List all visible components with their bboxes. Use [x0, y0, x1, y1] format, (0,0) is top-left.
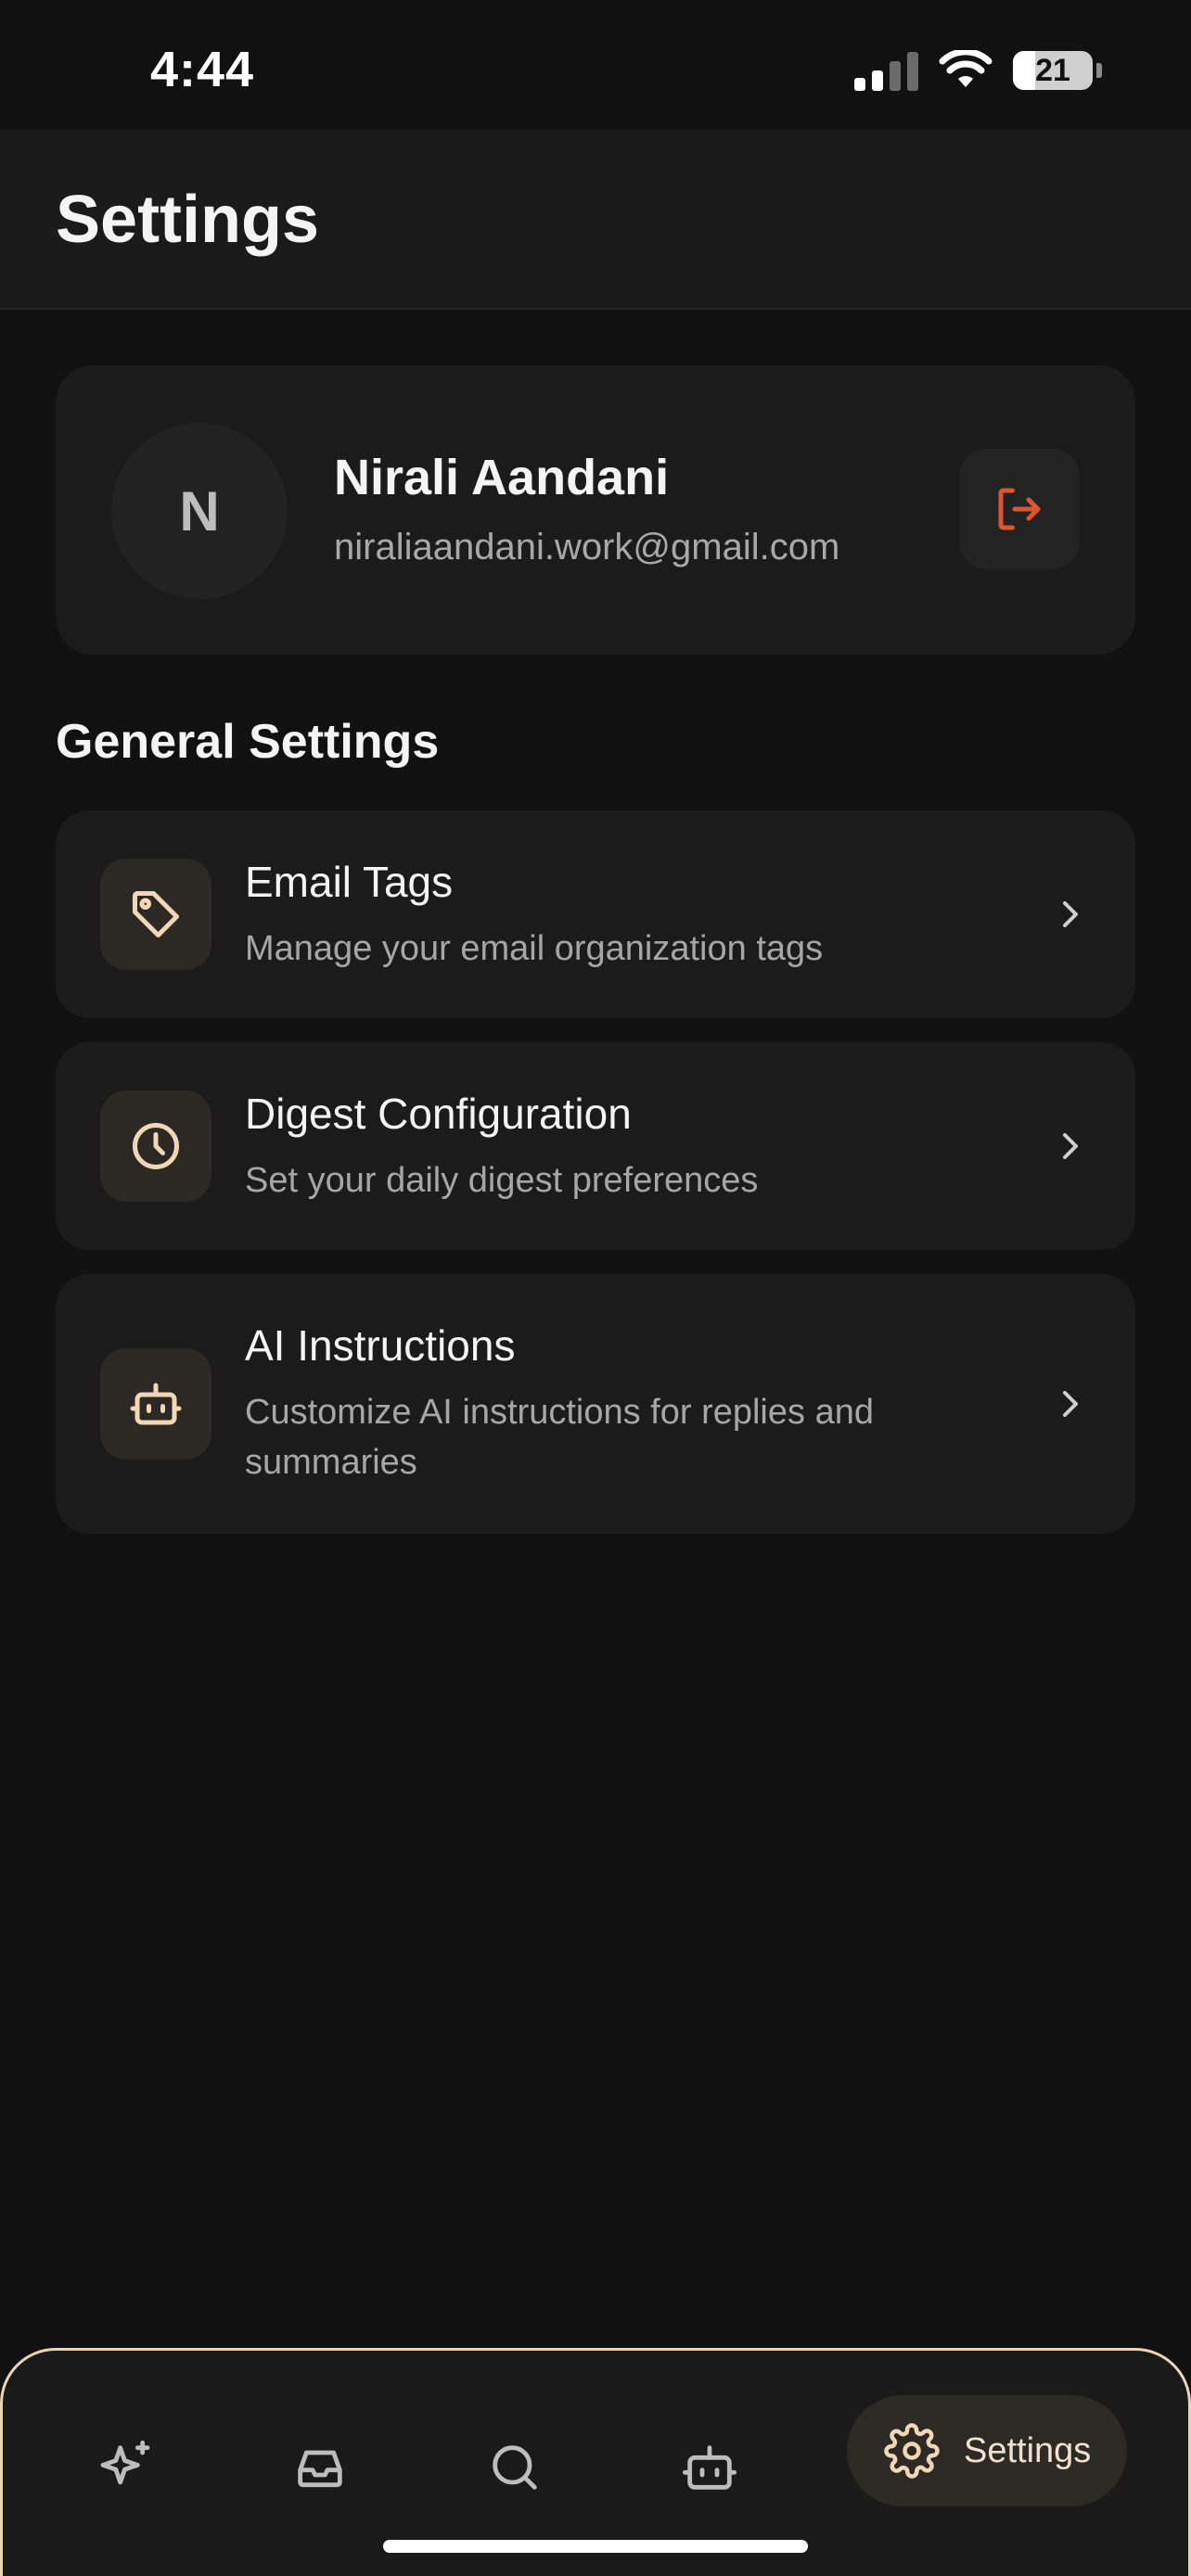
settings-item-title: Digest Configuration — [245, 1090, 632, 1138]
wifi-icon — [939, 50, 992, 87]
home-indicator[interactable] — [383, 2540, 808, 2553]
nav-sparkles-button[interactable] — [70, 2412, 181, 2523]
chevron-right-icon — [1063, 1391, 1078, 1417]
nav-settings-button[interactable]: Settings — [847, 2395, 1127, 2506]
chevron-right-icon — [1063, 1133, 1078, 1159]
status-icons: 21 — [854, 46, 1102, 95]
settings-item-title: AI Instructions — [245, 1321, 516, 1370]
cellular-signal-icon — [854, 50, 918, 91]
search-icon — [493, 2445, 537, 2490]
status-time: 4:44 — [150, 42, 255, 97]
nav-inbox-button[interactable] — [264, 2412, 376, 2523]
status-bar: 4:44 21 — [0, 0, 1191, 130]
settings-item-digest-configuration[interactable]: Digest Configuration Set your daily dige… — [56, 1042, 1135, 1250]
profile-card: N Nirali Aandani niraliaandani.work@gmai… — [56, 365, 1135, 655]
gear-icon — [884, 2423, 940, 2479]
nav-ai-button[interactable] — [654, 2412, 765, 2523]
page-title: Settings — [56, 183, 320, 257]
sparkles-icon — [100, 2440, 150, 2485]
section-title-general-settings: General Settings — [56, 715, 440, 769]
settings-item-ai-instructions[interactable]: AI Instructions Customize AI instruction… — [56, 1274, 1135, 1534]
tag-icon — [100, 859, 211, 970]
battery-level: 21 — [1035, 52, 1070, 88]
avatar: N — [111, 423, 288, 599]
settings-item-description: Manage your email organization tags — [245, 929, 824, 968]
inbox-icon — [298, 2450, 342, 2488]
profile-name: Nirali Aandani — [334, 450, 670, 505]
battery-tip — [1096, 63, 1102, 78]
logout-button[interactable] — [959, 449, 1080, 569]
settings-item-description: Customize AI instructions for replies an… — [245, 1393, 874, 1482]
robot-icon — [100, 1348, 211, 1460]
nav-search-button[interactable] — [459, 2412, 570, 2523]
chevron-right-icon — [1063, 901, 1078, 927]
profile-email: niraliaandani.work@gmail.com — [334, 527, 840, 567]
logout-icon — [998, 488, 1041, 530]
robot-icon — [682, 2445, 737, 2490]
settings-item-title: Email Tags — [245, 858, 454, 906]
settings-item-email-tags[interactable]: Email Tags Manage your email organizatio… — [56, 810, 1135, 1018]
clock-icon — [100, 1090, 211, 1202]
settings-item-description: Set your daily digest preferences — [245, 1161, 759, 1200]
battery-icon: 21 — [1013, 51, 1093, 90]
page-header: Settings — [0, 130, 1191, 310]
nav-settings-label: Settings — [964, 2430, 1092, 2470]
